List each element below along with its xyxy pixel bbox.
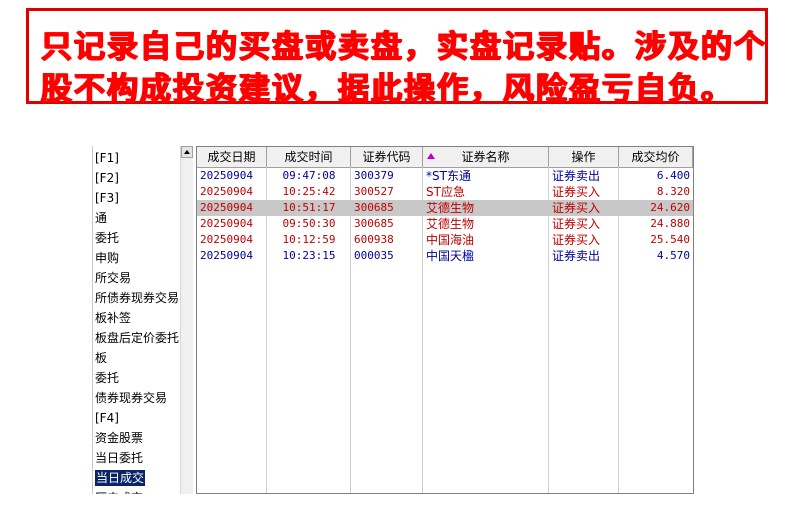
cell-name: 艾德生物	[426, 217, 475, 231]
cell-code: 600938	[354, 233, 394, 246]
tree-item[interactable]: 所交易	[94, 268, 182, 288]
cell-date: 20250904	[200, 249, 253, 262]
cell-price: 8.320	[656, 185, 690, 198]
cell-name: 中国天楹	[426, 249, 475, 263]
col-header-name-label: 证券名称	[461, 150, 510, 164]
col-header-date[interactable]: 成交日期	[197, 147, 267, 167]
cell-date: 20250904	[200, 185, 253, 198]
tree-item[interactable]: [F1]	[94, 148, 182, 168]
tree-item[interactable]: 板补签	[94, 308, 182, 328]
cell-code: 300685	[354, 201, 394, 214]
tree-item-label: 当日委托	[95, 451, 144, 465]
table-row[interactable]: 20250904 09:50:30 300685 艾德生物 证券买入 24.880	[197, 216, 693, 232]
cell-op: 证券买入	[552, 185, 601, 199]
table-row[interactable]: 20250904 09:47:08 300379 *ST东通 证券卖出 6.400	[197, 168, 693, 184]
col-header-name[interactable]: 证券名称	[423, 147, 549, 167]
cell-name: *ST东通	[426, 169, 471, 183]
trades-table: 成交日期 成交时间 证券代码 证券名称 操作 成交均价 20250904 09:4…	[196, 146, 694, 494]
sort-ascending-icon	[427, 153, 435, 159]
tree-item[interactable]: 所债券现券交易	[94, 288, 182, 308]
tree-item[interactable]: 资金股票	[94, 428, 182, 448]
tree-item[interactable]: 当日成交	[94, 468, 182, 488]
cell-op: 证券买入	[552, 217, 601, 231]
tree-item-label: [F4]	[95, 411, 119, 425]
tree-scrollbar[interactable]	[180, 146, 193, 494]
tree-item[interactable]: 通	[94, 208, 182, 228]
cell-time: 10:51:17	[282, 201, 336, 214]
cell-date: 20250904	[200, 217, 253, 230]
tree-item[interactable]: 委托	[94, 228, 182, 248]
cell-time: 10:12:59	[282, 233, 336, 246]
tree-item-label: 板补签	[95, 311, 132, 325]
cell-date: 20250904	[200, 169, 253, 182]
table-row[interactable]: 20250904 10:12:59 600938 中国海油 证券买入 25.540	[197, 232, 693, 248]
tree-item-label: 板	[95, 351, 108, 365]
cell-date: 20250904	[200, 233, 253, 246]
table-header: 成交日期 成交时间 证券代码 证券名称 操作 成交均价	[197, 147, 693, 168]
cell-time: 09:47:08	[282, 169, 336, 182]
table-row[interactable]: 20250904 10:51:17 300685 艾德生物 证券买入 24.620	[197, 200, 693, 216]
tree-item-label: [F3]	[95, 191, 119, 205]
disclaimer-banner: 只记录自己的买盘或卖盘，实盘记录贴。涉及的个 股不构成投资建议，据此操作，风险盈…	[26, 8, 768, 107]
tree-item[interactable]: [F3]	[94, 188, 182, 208]
tree-item-label: 所债券现券交易	[95, 291, 180, 305]
tree-item-label: [F2]	[95, 171, 119, 185]
col-header-op[interactable]: 操作	[549, 147, 619, 167]
tree-item-label: 委托	[95, 371, 120, 385]
cell-time: 09:50:30	[282, 217, 336, 230]
tree-item-label: 历史成交	[95, 491, 143, 494]
tree-item[interactable]: 委托	[94, 368, 182, 388]
col-header-code[interactable]: 证券代码	[351, 147, 423, 167]
tree-item[interactable]: 申购	[94, 248, 182, 268]
cell-op: 证券卖出	[552, 249, 601, 263]
cell-op: 证券买入	[552, 233, 601, 247]
cell-name: ST应急	[426, 185, 465, 199]
cell-name: 艾德生物	[426, 201, 475, 215]
tree-item-label: 委托	[95, 231, 120, 245]
tree-item-label: 当日成交	[95, 470, 146, 486]
tree-item-label: [F1]	[95, 151, 119, 165]
cell-op: 证券买入	[552, 201, 601, 215]
tree-item[interactable]: [F4]	[94, 408, 182, 428]
col-header-price[interactable]: 成交均价	[619, 147, 693, 167]
cell-time: 10:25:42	[282, 185, 336, 198]
cell-price: 6.400	[656, 169, 690, 182]
tree-item[interactable]: 板	[94, 348, 182, 368]
tree-item-label: 资金股票	[95, 431, 144, 445]
tree-item[interactable]: 板盘后定价委托	[94, 328, 182, 348]
function-tree: [F1] [F2] [F3] 通委托 申购 所交易 所债券现券交易 板补签 板盘后定价委托板委托…	[92, 146, 193, 494]
cell-code: 300527	[354, 185, 394, 198]
cell-price: 4.570	[656, 249, 690, 262]
cell-code: 300685	[354, 217, 394, 230]
function-tree-list: [F1] [F2] [F3] 通委托 申购 所交易 所债券现券交易 板补签 板盘后定价委托板委托…	[94, 148, 182, 494]
tree-item[interactable]: 当日委托	[94, 448, 182, 468]
tree-item-label: 申购	[95, 251, 120, 265]
scroll-up-icon[interactable]	[181, 146, 193, 158]
cell-price: 24.880	[650, 217, 690, 230]
cell-code: 000035	[354, 249, 394, 262]
cell-price: 25.540	[650, 233, 690, 246]
table-row[interactable]: 20250904 10:23:15 000035 中国天楹 证券卖出 4.570	[197, 248, 693, 264]
tree-item-label: 板盘后定价委托	[95, 331, 180, 345]
banner-line-1: 只记录自己的买盘或卖盘，实盘记录贴。涉及的个	[41, 29, 767, 65]
tree-item[interactable]: [F2]	[94, 168, 182, 188]
cell-name: 中国海油	[426, 233, 475, 247]
cell-op: 证券卖出	[552, 169, 601, 183]
col-header-time[interactable]: 成交时间	[267, 147, 351, 167]
tree-item-label: 所交易	[95, 271, 132, 285]
tree-item[interactable]: 债券现券交易	[94, 388, 182, 408]
tree-item-label: 通	[95, 211, 108, 225]
table-row[interactable]: 20250904 10:25:42 300527 ST应急 证券买入 8.320	[197, 184, 693, 200]
cell-time: 10:23:15	[282, 249, 336, 262]
cell-code: 300379	[354, 169, 394, 182]
tree-item-label: 债券现券交易	[95, 391, 168, 405]
cell-date: 20250904	[200, 201, 253, 214]
tree-item[interactable]: 历史成交	[94, 488, 182, 494]
cell-price: 24.620	[650, 201, 690, 214]
banner-line-2: 股不构成投资建议，据此操作，风险盈亏自负。	[41, 71, 734, 107]
